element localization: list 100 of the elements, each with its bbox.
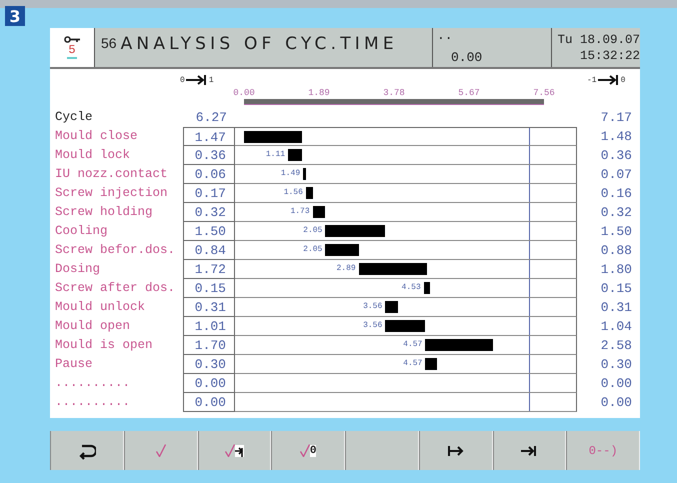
- phase-time: 1.47: [183, 127, 235, 146]
- marker-label: -1: [587, 76, 597, 84]
- phase-time: 0.06: [183, 165, 235, 184]
- start-time-label: 1.49: [280, 168, 302, 180]
- phase-time: 0.00: [183, 393, 235, 412]
- phase-time: 0.17: [183, 184, 235, 203]
- phase-label: IU nozz.contact: [55, 166, 169, 183]
- reference-time: 0.36: [600, 147, 633, 165]
- phase-label: Screw befor.dos.: [55, 242, 176, 259]
- phase-time: 1.50: [183, 222, 235, 241]
- start-time-label: 2.05: [303, 225, 324, 237]
- duration-bar: [312, 206, 326, 218]
- duration-bar: [425, 358, 438, 370]
- start-time-label: 2.05: [303, 244, 324, 256]
- phase-time: 0.15: [183, 279, 235, 298]
- phase-time: 0.00: [183, 374, 235, 393]
- reference-time: 0.16: [600, 185, 633, 203]
- phase-time: 1.72: [183, 260, 235, 279]
- phase-time: 1.70: [183, 336, 235, 355]
- duration-bar: [385, 320, 426, 332]
- duration-bar: [244, 131, 302, 143]
- arrow-icon: [234, 444, 244, 456]
- access-level: 5: [68, 44, 76, 56]
- start-time-label: 1.73: [290, 206, 311, 218]
- reference-time: 0.00: [600, 394, 633, 412]
- duration-bar: [288, 149, 302, 161]
- phase-time: 0.32: [183, 203, 235, 222]
- figure-badge: 3: [5, 6, 25, 26]
- start-time-label: 1.56: [284, 187, 304, 199]
- phase-label: Cooling: [55, 223, 109, 240]
- reference-time: 0.31: [600, 299, 633, 317]
- arrow-to-bar-icon: [186, 75, 208, 85]
- phase-time: 0.31: [183, 298, 235, 317]
- arrow-to-bar-icon: [598, 75, 620, 85]
- phase-label: Mould lock: [55, 147, 132, 164]
- reference-time: 0.88: [600, 242, 633, 260]
- axis-tick-label: 1.89: [308, 88, 330, 98]
- phase-label: ..........: [55, 394, 132, 411]
- start-time-label: 4.57: [403, 358, 424, 370]
- start-time-label: 2.89: [336, 263, 357, 275]
- start-time-label: 1.11: [266, 149, 286, 161]
- phase-label: Screw injection: [55, 185, 169, 202]
- reference-time: 0.00: [600, 375, 633, 393]
- cycle-label: Cycle: [55, 109, 94, 126]
- axis-tick-label: 3.78: [383, 88, 405, 98]
- duration-bar: [385, 301, 398, 313]
- duration-bar: [425, 339, 493, 351]
- confirm-next-button[interactable]: [198, 431, 272, 470]
- end-button[interactable]: [492, 431, 566, 470]
- check-icon: [300, 444, 310, 457]
- axis-tick-label: 5.67: [458, 88, 480, 98]
- axis-tick-label: 7.56: [533, 88, 555, 98]
- start-button[interactable]: [418, 431, 492, 470]
- return-button[interactable]: [50, 431, 124, 470]
- duration-bar: [303, 168, 306, 180]
- reference-time: 7.17: [600, 109, 633, 127]
- start-time-label: 3.56: [363, 301, 384, 313]
- duration-bar: [325, 244, 359, 256]
- marker-label: 0: [180, 76, 185, 84]
- reference-time: 1.50: [600, 223, 633, 241]
- phase-time: 1.01: [183, 317, 235, 336]
- axis-tick-label: 0.00: [233, 88, 255, 98]
- start-time-label: 4.57: [403, 339, 424, 351]
- phase-label: Mould close: [55, 128, 139, 145]
- reference-time: 0.15: [600, 280, 633, 298]
- phase-label: Pause: [55, 356, 94, 373]
- marker-label: 0: [620, 76, 626, 84]
- check-icon: [224, 444, 235, 457]
- status-value: 0.00: [451, 50, 482, 65]
- duration-bar: [325, 225, 385, 237]
- confirm-reset-button[interactable]: 0: [271, 431, 345, 470]
- key-icon: [64, 36, 80, 43]
- reference-time: 0.07: [600, 166, 633, 184]
- duration-bar: [424, 282, 430, 294]
- start-time-label: 4.53: [402, 282, 422, 294]
- reference-time: 1.04: [600, 318, 633, 336]
- phase-time: 0.30: [183, 355, 235, 374]
- reference-time: 0.32: [600, 204, 633, 222]
- start-time-label: 3.56: [363, 320, 384, 332]
- reference-time: 0.30: [600, 356, 633, 374]
- reference-time: 1.80: [600, 261, 633, 279]
- phase-label: Mould unlock: [55, 299, 146, 316]
- reference-time: 2.58: [600, 337, 633, 355]
- cycle-time: 6.27: [194, 109, 228, 127]
- phase-label: ..........: [55, 375, 132, 392]
- check-icon: [156, 444, 166, 457]
- duration-bar: [306, 187, 313, 199]
- phase-time: 0.84: [183, 241, 235, 260]
- phase-label: Dosing: [55, 261, 102, 278]
- date: Tu 18.09.07: [557, 32, 640, 48]
- status-dots: ..: [437, 28, 453, 43]
- phase-label: Screw holding: [55, 204, 154, 221]
- screen-number: 56: [101, 34, 117, 51]
- phase-time: 0.36: [183, 146, 235, 165]
- screen-title: ANALYSIS OF CYC.TIME: [120, 33, 398, 54]
- time: 15:32:22: [580, 48, 640, 64]
- phase-label: Screw after dos.: [55, 280, 176, 297]
- phase-label: Mould is open: [55, 337, 154, 354]
- marker-label: 1: [208, 76, 214, 84]
- reference-time: 1.48: [600, 128, 633, 146]
